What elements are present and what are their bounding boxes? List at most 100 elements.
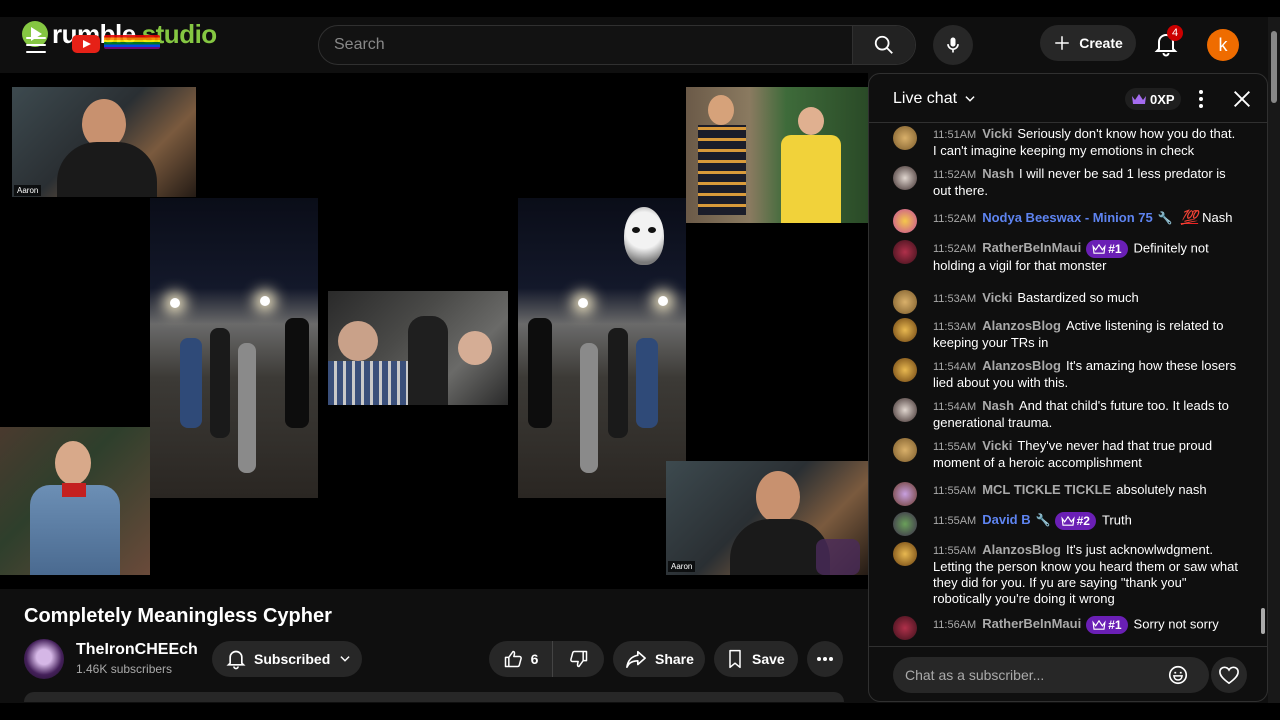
message-text: It's just acknowlwdgment. Letting the pe… <box>933 542 1238 606</box>
close-icon[interactable] <box>1231 88 1253 110</box>
message-author[interactable]: RatherBeInMaui <box>982 240 1081 255</box>
user-avatar <box>893 209 917 233</box>
crown-icon <box>1092 244 1106 254</box>
wrench-icon: 🔧 <box>1035 513 1051 528</box>
more-actions-button[interactable] <box>807 641 843 677</box>
channel-name[interactable]: TheIronCHEEch <box>76 641 198 659</box>
user-avatar <box>893 290 917 314</box>
page-scroll-thumb[interactable] <box>1271 31 1277 103</box>
message-author[interactable]: Nodya Beeswax - Minion 75 <box>982 210 1153 225</box>
message-time: 11:52AM <box>933 243 977 256</box>
message-time: 11:52AM <box>933 169 977 181</box>
message-author[interactable]: Nash <box>982 398 1014 413</box>
menu-icon[interactable] <box>26 37 46 53</box>
notifications-button[interactable]: 4 <box>1154 25 1183 57</box>
message-author[interactable]: MCL TICKLE TICKLE <box>982 482 1111 497</box>
video-title: Completely Meaningless Cypher <box>24 605 332 627</box>
message-time: 11:53AM <box>933 293 977 305</box>
message-text: Active listening is related to keeping y… <box>933 318 1224 350</box>
account-avatar[interactable]: k <box>1207 29 1239 61</box>
xp-badge[interactable]: 0XP <box>1125 88 1181 110</box>
search-button[interactable] <box>852 26 915 64</box>
share-label: Share <box>655 651 694 667</box>
message-text: And that child's future too. It leads to… <box>933 398 1229 430</box>
save-button[interactable]: Save <box>714 641 798 677</box>
crown-icon <box>1092 620 1106 630</box>
message-author[interactable]: David B <box>982 512 1030 527</box>
video-tile-denim-bottom-left <box>0 427 150 575</box>
crown-icon <box>1132 94 1146 104</box>
user-avatar <box>893 166 917 190</box>
subscribed-label: Subscribed <box>254 651 331 667</box>
message-author[interactable]: Vicki <box>982 290 1012 305</box>
rank-badge: #2 <box>1054 512 1096 530</box>
video-tile-sitcom-top-right <box>686 87 868 223</box>
thumbs-down-icon <box>569 650 587 668</box>
message-time: 11:55AM <box>933 515 977 528</box>
search-bar <box>318 25 916 65</box>
message-author[interactable]: Nash <box>982 166 1014 181</box>
chat-input[interactable] <box>893 657 1209 693</box>
crown-icon <box>1060 516 1075 526</box>
dislike-button[interactable] <box>553 649 604 669</box>
message-time: 11:56AM <box>933 619 977 632</box>
create-button[interactable]: Create <box>1040 25 1136 61</box>
thumbs-up-icon <box>504 650 522 668</box>
like-count: 6 <box>530 651 539 667</box>
chat-message-list[interactable]: 11:51AM Vicki Seriously don't know how you… <box>869 124 1259 644</box>
video-info: Completely Meaningless Cypher TheIronCHE… <box>0 589 868 720</box>
chat-more-icon[interactable] <box>1195 89 1207 109</box>
message-author[interactable]: AlanzosBlog <box>982 358 1061 373</box>
message-time: 11:55AM <box>933 485 977 497</box>
search-input[interactable] <box>319 26 852 64</box>
user-avatar <box>893 616 917 640</box>
message-text: Truth <box>1101 512 1132 528</box>
voice-search-button[interactable] <box>933 25 973 65</box>
page-scrollbar[interactable] <box>1268 17 1280 703</box>
video-player[interactable]: Aaron Aaron <box>0 73 868 589</box>
message-time: 11:54AM <box>933 401 977 413</box>
message-author[interactable]: Vicki <box>982 126 1012 141</box>
user-avatar <box>893 358 917 382</box>
video-tile-host-bottom-right: Aaron <box>666 461 868 575</box>
subscribed-button[interactable]: Subscribed <box>212 641 362 677</box>
xp-value: 0XP <box>1150 91 1175 107</box>
message-text: Sorry not sorry <box>1133 616 1219 632</box>
channel-avatar[interactable] <box>24 639 64 679</box>
chat-scrollbar[interactable] <box>1261 608 1265 634</box>
chat-mode-dropdown[interactable]: Live chat <box>893 90 977 108</box>
description-box-edge[interactable] <box>24 692 844 702</box>
video-tile-host-top-left: Aaron <box>12 87 196 197</box>
message-time: 11:53AM <box>933 321 977 333</box>
bell-icon <box>226 650 246 670</box>
user-avatar <box>893 398 917 422</box>
bottom-strip <box>0 703 1280 720</box>
message-time: 11:51AM <box>933 129 977 141</box>
emoji-icon[interactable] <box>1167 664 1189 686</box>
like-dislike-group: 6 <box>489 641 604 677</box>
create-label: Create <box>1079 35 1123 51</box>
user-avatar <box>893 512 917 536</box>
message-text: Nash <box>1202 210 1233 225</box>
video-tile-mask-face <box>618 203 670 271</box>
user-avatar <box>893 240 917 264</box>
rank-label: #2 <box>1076 514 1090 528</box>
message-author[interactable]: RatherBeInMaui <box>982 616 1081 631</box>
plus-icon <box>1055 36 1069 50</box>
message-time: 11:54AM <box>933 361 977 373</box>
video-tile-crowd-center <box>328 291 508 405</box>
wrench-icon: 🔧 <box>1157 211 1173 225</box>
subscriber-count: 1.46K subscribers <box>76 662 173 676</box>
like-button[interactable]: 6 <box>489 641 553 677</box>
message-time: 11:55AM <box>933 441 977 453</box>
message-author[interactable]: AlanzosBlog <box>982 318 1061 333</box>
user-avatar <box>893 438 917 462</box>
message-author[interactable]: Vicki <box>982 438 1012 453</box>
microphone-icon <box>947 37 959 53</box>
share-button[interactable]: Share <box>613 641 705 677</box>
header: rumblestudio Create 4 k <box>0 17 1268 73</box>
heart-button[interactable] <box>1211 657 1247 693</box>
message-author[interactable]: AlanzosBlog <box>982 542 1061 557</box>
message-text: Seriously don't know how you do that. I … <box>933 126 1236 158</box>
rank-label: #1 <box>1108 242 1122 256</box>
